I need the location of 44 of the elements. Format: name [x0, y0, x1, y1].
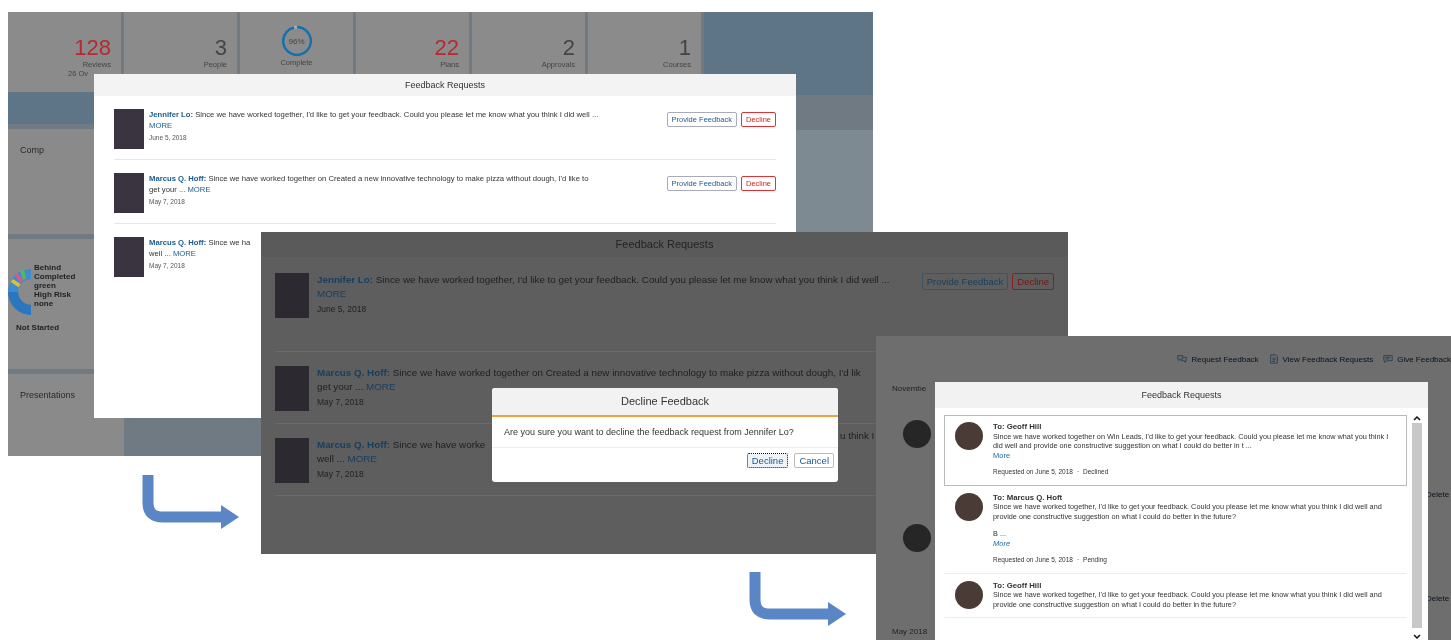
- request-card[interactable]: [944, 415, 1407, 486]
- photo-placeholder: [114, 237, 144, 277]
- cancel-button[interactable]: Cancel: [794, 453, 834, 468]
- scrollbar[interactable]: [1411, 415, 1422, 640]
- photo-placeholder: [275, 438, 309, 483]
- legend-label: green: [34, 281, 57, 290]
- legend-label: High Risk: [34, 290, 72, 299]
- donut-chart-drawing: [8, 269, 31, 315]
- photo-placeholder: [114, 109, 144, 149]
- tile-value: 22: [434, 36, 459, 60]
- speech-bubbles-icon: [1177, 354, 1188, 364]
- tile-value: 2: [562, 36, 575, 60]
- decline-button[interactable]: Decline: [746, 453, 789, 468]
- legend-label: Completed: [34, 272, 76, 281]
- dialog-title: Feedback Requests: [935, 382, 1428, 408]
- dialog-title: Decline Feedback: [492, 388, 838, 417]
- avatar-placeholder: [955, 422, 983, 450]
- document-icon: [1268, 354, 1279, 364]
- month-heading: May 2018: [892, 627, 928, 636]
- legend-label: none: [34, 299, 55, 308]
- card-title: Comp: [20, 145, 44, 155]
- tile-value: 96%: [288, 36, 305, 46]
- avatar-placeholder: [955, 492, 983, 521]
- chart-label: Not Started: [16, 323, 60, 332]
- confirm-message: Are you sure you want to decline the feedback request from Jennifer Lo?: [492, 417, 838, 448]
- legend-label: Behind: [34, 263, 63, 272]
- tile-value: 1: [678, 36, 691, 60]
- toolbar-link[interactable]: Give Feedback: [1383, 354, 1451, 364]
- message-icon: [1383, 354, 1394, 364]
- toolbar-link[interactable]: Request Feedback: [1177, 354, 1259, 364]
- chevron-down-icon[interactable]: [1412, 634, 1421, 640]
- tile-value: 3: [214, 36, 227, 60]
- avatar-placeholder: [955, 580, 983, 609]
- chevron-up-icon[interactable]: [1412, 415, 1421, 421]
- avatar-placeholder: [903, 420, 931, 448]
- month-heading: Novembe: [892, 384, 927, 393]
- tile-value: 128: [74, 36, 111, 60]
- photo-placeholder: [275, 366, 309, 411]
- photo-placeholder: [275, 273, 309, 318]
- photo-placeholder: [114, 173, 144, 213]
- card-title: Presentations: [20, 390, 76, 400]
- dialog-title: Feedback Requests: [94, 74, 796, 96]
- toolbar-link[interactable]: View Feedback Requests: [1268, 354, 1374, 364]
- avatar-placeholder: [903, 524, 931, 552]
